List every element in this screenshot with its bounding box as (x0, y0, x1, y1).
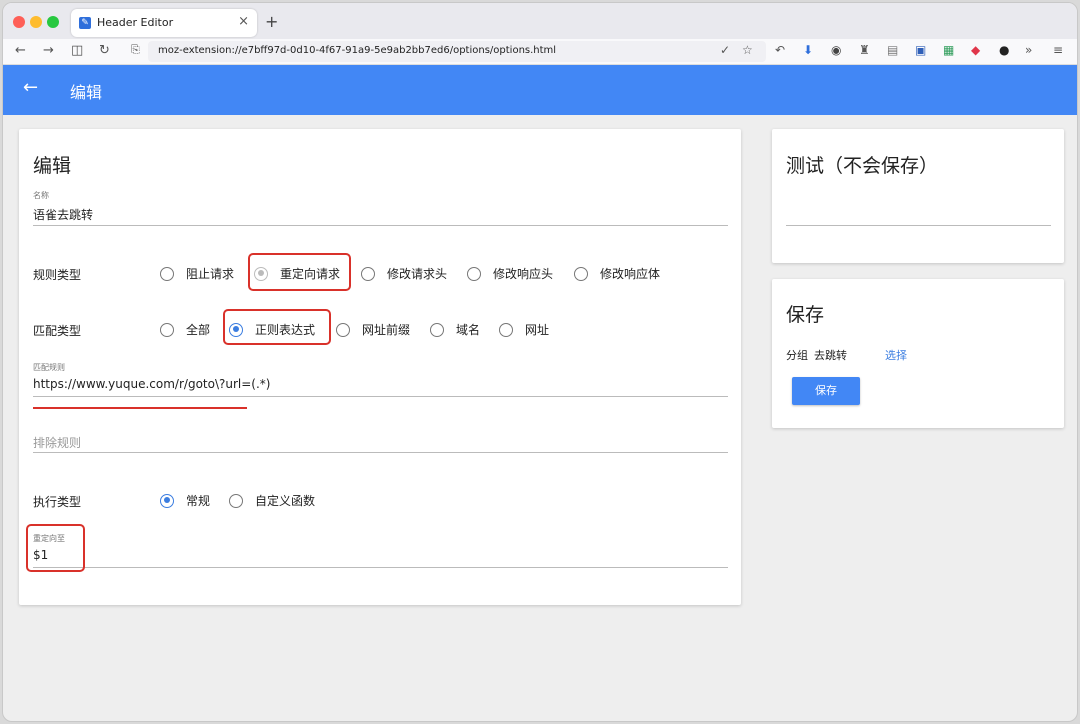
undo-icon[interactable]: ↶ (775, 43, 785, 57)
navigation-bar: ← → ◫ ↻ ⎘ moz-extension://e7bff97d-0d10-… (3, 39, 1077, 65)
save-title: 保存 (786, 304, 825, 326)
menu-icon[interactable]: ≡ (1053, 43, 1063, 57)
app-header-title: 编辑 (70, 83, 103, 102)
match-type-prefix[interactable]: 网址前缀 (336, 321, 410, 338)
panda-icon[interactable]: ● (999, 43, 1009, 57)
annotation-box-regex (223, 309, 331, 345)
radio-circle[interactable] (160, 322, 174, 337)
radio-circle[interactable] (499, 322, 513, 337)
match-rule-label: 匹配规则 (33, 363, 65, 372)
test-input[interactable] (786, 225, 1051, 226)
rule-type-modify-request-header[interactable]: 修改请求头 (361, 265, 447, 282)
edit-card: 编辑 名称 语雀去跳转 规则类型 阻止请求 重定向请求 修改请求头 修改响应头 … (19, 129, 741, 605)
radio-circle[interactable] (574, 266, 588, 281)
exec-type-normal[interactable]: 常规 (160, 492, 210, 509)
radio-label: 修改响应体 (600, 267, 661, 281)
radio-circle[interactable] (467, 266, 481, 281)
save-button[interactable]: 保存 (792, 377, 860, 405)
forward-icon[interactable]: → (43, 43, 54, 58)
url-bar[interactable]: moz-extension://e7bff97d-0d10-4f67-91a9-… (148, 41, 766, 62)
match-type-all[interactable]: 全部 (160, 321, 210, 338)
test-card: 测试（不会保存） (772, 129, 1064, 263)
match-type-url[interactable]: 网址 (499, 321, 549, 338)
annotation-underline-match-rule (33, 407, 247, 409)
bitwarden-icon[interactable]: ▣ (915, 43, 926, 57)
rule-type-block[interactable]: 阻止请求 (160, 265, 234, 282)
choose-group-link[interactable]: 选择 (885, 347, 907, 363)
rule-type-label: 规则类型 (33, 268, 82, 282)
edit-title: 编辑 (33, 155, 72, 177)
back-icon[interactable]: ← (15, 43, 26, 58)
name-underline (33, 225, 728, 226)
reader-check-icon[interactable]: ✓ (720, 43, 730, 57)
save-card: 保存 分组 去跳转 选择 保存 (772, 279, 1064, 428)
page-info-icon[interactable]: ⎘ (131, 43, 140, 57)
sidebar-icon[interactable]: ◫ (71, 43, 83, 58)
exec-type-custom-function[interactable]: 自定义函数 (229, 492, 315, 509)
radio-label: 网址前缀 (362, 323, 411, 337)
name-input[interactable]: 语雀去跳转 (33, 206, 93, 223)
tab-title: Header Editor (97, 16, 174, 29)
radio-label: 自定义函数 (255, 494, 316, 508)
close-window-button[interactable] (13, 16, 25, 28)
rocket-icon[interactable]: ♜ (859, 43, 870, 57)
radio-label: 阻止请求 (186, 267, 235, 281)
app-header: ← 编辑 (3, 65, 1077, 115)
group-value: 去跳转 (814, 349, 847, 362)
match-type-label: 匹配类型 (33, 324, 82, 338)
radio-label: 全部 (186, 323, 211, 337)
tab-close-icon[interactable]: × (238, 14, 249, 29)
browser-tab[interactable]: ✎ Header Editor × (71, 9, 257, 37)
save-extension-icon[interactable]: ▦ (943, 43, 954, 57)
radio-circle[interactable] (430, 322, 444, 337)
rule-type-modify-response-header[interactable]: 修改响应头 (467, 265, 553, 282)
annotation-box-redirect-to (26, 524, 85, 572)
header-editor-favicon-icon: ✎ (79, 17, 91, 29)
radio-circle[interactable] (229, 493, 243, 508)
radio-label: 修改响应头 (493, 267, 554, 281)
maximize-window-button[interactable] (47, 16, 59, 28)
camera-icon[interactable]: ◉ (831, 43, 841, 57)
radio-circle[interactable] (160, 266, 174, 281)
url-text[interactable]: moz-extension://e7bff97d-0d10-4f67-91a9-… (158, 45, 556, 56)
pocket-icon[interactable]: ◆ (971, 43, 980, 57)
match-rule-input[interactable]: https://www.yuque.com/r/goto\?url=(.*) (33, 377, 270, 391)
radio-label: 域名 (456, 323, 481, 337)
container-icon[interactable]: ▤ (887, 43, 898, 57)
group-label: 分组 (786, 349, 808, 362)
rule-type-modify-response-body[interactable]: 修改响应体 (574, 265, 660, 282)
radio-label: 常规 (186, 494, 211, 508)
match-rule-underline (33, 396, 728, 397)
radio-circle[interactable] (361, 266, 375, 281)
download-icon[interactable]: ⬇ (803, 43, 813, 57)
browser-window: ✎ Header Editor × + ← → ◫ ↻ ⎘ moz-extens… (2, 2, 1078, 722)
back-arrow-icon[interactable]: ← (23, 77, 38, 98)
tab-bar: ✎ Header Editor × + (3, 3, 1077, 39)
bookmark-star-icon[interactable]: ☆ (742, 43, 753, 57)
radio-label: 修改请求头 (387, 267, 448, 281)
redirect-to-underline (33, 567, 728, 568)
exec-type-label: 执行类型 (33, 495, 82, 509)
test-title: 测试（不会保存） (786, 155, 939, 177)
annotation-box-redirect (248, 253, 351, 291)
exclude-rule-underline (33, 452, 728, 453)
radio-label: 网址 (525, 323, 550, 337)
name-label: 名称 (33, 191, 49, 200)
radio-circle[interactable] (160, 493, 174, 508)
minimize-window-button[interactable] (30, 16, 42, 28)
exclude-rule-input[interactable]: 排除规则 (33, 434, 81, 451)
radio-circle[interactable] (336, 322, 350, 337)
new-tab-button[interactable]: + (265, 12, 278, 31)
match-type-domain[interactable]: 域名 (430, 321, 480, 338)
more-tools-icon[interactable]: » (1025, 43, 1032, 57)
reload-icon[interactable]: ↻ (99, 43, 110, 58)
